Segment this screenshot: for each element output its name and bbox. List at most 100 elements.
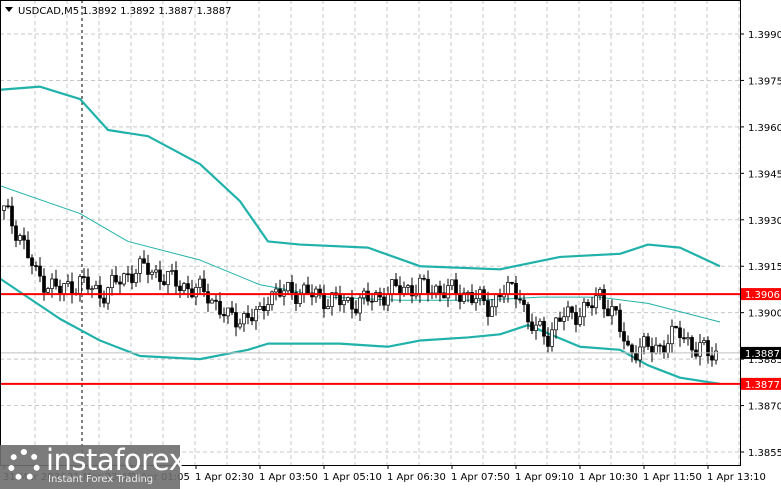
candle-body — [182, 283, 186, 292]
candle-body — [474, 298, 478, 304]
candle-body — [394, 279, 398, 287]
candle-body — [366, 290, 370, 302]
candle-body — [18, 235, 22, 241]
candle-body — [262, 306, 266, 312]
candle-body — [666, 343, 670, 354]
levels: 1.38871.39061.3877 — [0, 288, 781, 391]
x-tick-label: 1 Apr 10:30 — [579, 472, 638, 483]
candle-body — [238, 323, 242, 328]
candle-body — [438, 285, 442, 294]
candle-body — [642, 336, 646, 348]
candle-body — [706, 340, 710, 357]
y-tick-label: 1.3975 — [748, 76, 781, 87]
candle-body — [302, 284, 306, 295]
candle-body — [358, 297, 362, 314]
candle-body — [638, 346, 642, 361]
candle-body — [274, 288, 278, 293]
candle-body — [658, 344, 662, 347]
candle-body — [506, 282, 510, 295]
candle-body — [38, 265, 42, 277]
plot-frame — [0, 0, 741, 466]
candle-body — [218, 301, 222, 315]
candle-body — [494, 294, 498, 308]
x-tick-label: 1 Apr 09:10 — [515, 472, 574, 483]
candle-body — [190, 288, 194, 298]
candle-body — [94, 284, 98, 290]
candle-body — [286, 282, 290, 292]
candle-body — [326, 306, 330, 310]
candle-body — [602, 289, 606, 310]
axes: 1.3990 1.3975 1.3960 1.3945 1.3930 1.3915 1.39… — [0, 0, 781, 483]
candle-body — [30, 257, 34, 266]
candle-body — [142, 258, 146, 264]
candle-body — [154, 269, 158, 273]
candle-body — [134, 272, 138, 283]
candle-body — [82, 276, 86, 278]
level-label: 1.3906 — [745, 290, 780, 301]
candle-body — [510, 282, 514, 284]
candle-body — [698, 342, 702, 357]
candle-body — [78, 276, 82, 294]
candle-body — [482, 289, 486, 302]
candle-body — [542, 320, 546, 337]
candle-body — [434, 285, 438, 294]
logo-tagline: Instant Forex Trading — [48, 474, 154, 485]
candle-body — [50, 278, 54, 289]
x-tick-label: 1 Apr 02:30 — [195, 472, 254, 483]
candle-body — [254, 309, 258, 322]
candle-body — [450, 279, 454, 287]
candle-body — [686, 337, 690, 340]
candle-body — [186, 283, 190, 290]
y-tick-label: 1.3870 — [748, 402, 781, 413]
candle-body — [382, 296, 386, 306]
x-tick-label: 1 Apr 06:30 — [387, 472, 446, 483]
candle-body — [58, 285, 62, 295]
candle-body — [306, 284, 310, 294]
candle-body — [278, 288, 282, 297]
candle-body — [66, 281, 70, 284]
symbol-label: USDCAD,M5 — [18, 6, 79, 17]
candle-body — [490, 306, 494, 317]
candle-body — [226, 307, 230, 317]
logo-brand: instaforex — [46, 443, 186, 477]
candle-body — [710, 355, 714, 361]
candle-body — [322, 293, 326, 310]
candle-body — [2, 205, 6, 211]
gear-logo-icon — [8, 449, 40, 481]
level-label: 1.3877 — [745, 380, 780, 391]
candle-body — [298, 293, 302, 304]
candle-body — [22, 235, 26, 241]
y-tick-label: 1.3900 — [748, 309, 781, 320]
candle-body — [342, 300, 346, 306]
candle-body — [42, 275, 46, 293]
candle-body — [402, 286, 406, 294]
candle-body — [578, 316, 582, 325]
candle-body — [650, 346, 654, 354]
candle-body — [26, 239, 30, 259]
candle-body — [654, 344, 658, 354]
candle-body — [426, 278, 430, 294]
candle-body — [290, 282, 294, 293]
candle-body — [314, 288, 318, 298]
price-chart[interactable]: 1.38871.39061.3877 1.39901.39751.39601.3… — [0, 0, 781, 489]
dropdown-triangle-icon[interactable] — [5, 7, 13, 12]
candle-body — [246, 313, 250, 318]
candle-body — [174, 270, 178, 287]
y-tick-label: 1.3915 — [748, 262, 781, 273]
candle-body — [422, 277, 426, 280]
candle-body — [530, 321, 534, 331]
candle-body — [446, 285, 450, 299]
candle-body — [138, 258, 142, 274]
candle-body — [150, 271, 154, 275]
x-tick-label: 1 Apr 13:10 — [707, 472, 766, 483]
candle-body — [518, 298, 522, 301]
x-tick-label: 1 Apr 03:50 — [259, 472, 318, 483]
y-tick-label: 1.3960 — [748, 123, 781, 134]
candle-body — [514, 283, 518, 300]
candle-body — [10, 205, 14, 227]
candle-body — [486, 300, 490, 317]
candle-body — [674, 325, 678, 329]
candle-body — [90, 288, 94, 291]
candle-body — [6, 205, 10, 208]
candle-body — [250, 317, 254, 322]
